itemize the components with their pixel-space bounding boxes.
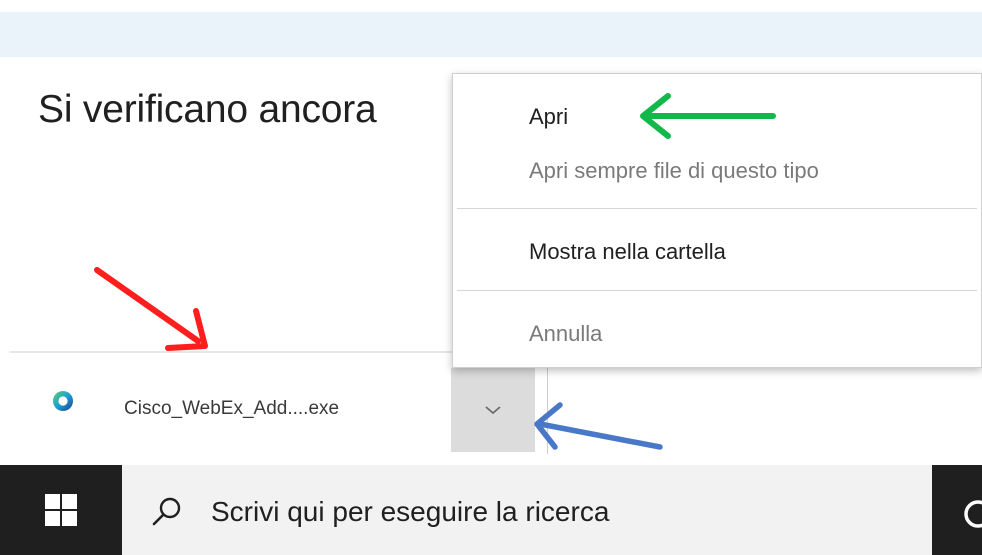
search-icon [152,497,181,526]
menu-item-always-open: Apri sempre file di questo tipo [529,158,819,183]
menu-item-open[interactable]: Apri [529,104,568,130]
download-menu-button[interactable] [451,368,535,452]
red-arrow-icon [94,267,208,351]
download-context-menu: Apri Apri sempre file di questo tipo Mos… [452,73,982,368]
chevron-down-icon [485,406,501,415]
download-file-name[interactable]: Cisco_WebEx_Add....exe [124,398,339,420]
search-placeholder: Scrivi qui per eseguire la ricerca [211,496,610,527]
menu-separator [457,290,977,291]
menu-item-show-in-folder[interactable]: Mostra nella cartella [529,239,726,265]
browser-top-band [0,0,982,57]
page-heading: Si verificano ancora [38,88,377,131]
windows-logo-icon [45,494,77,526]
menu-item-cancel: Annulla [529,321,603,346]
webex-app-icon [53,391,73,411]
cortana-icon[interactable] [958,496,982,532]
menu-separator [457,208,977,209]
shelf-separator [547,368,548,454]
start-button[interactable] [0,465,122,555]
